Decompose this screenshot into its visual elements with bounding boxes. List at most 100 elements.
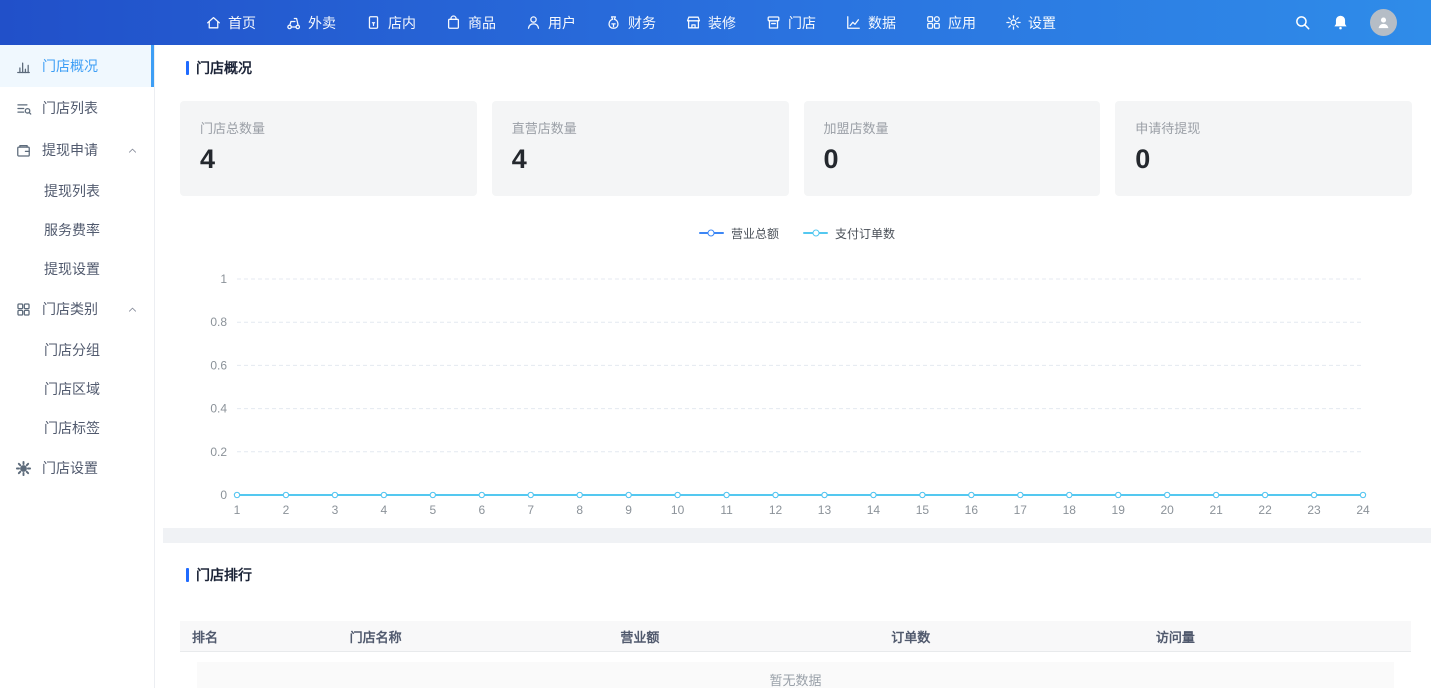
sidebar-item-store-overview[interactable]: 门店概况 <box>0 45 154 87</box>
user-icon <box>525 14 542 31</box>
svg-text:0.6: 0.6 <box>210 358 227 372</box>
sidebar-item-store-region[interactable]: 门店区域 <box>0 369 154 408</box>
nav-item-label: 应用 <box>948 13 976 33</box>
ranking-table: 排名 门店名称 营业额 订单数 访问量 暂无数据 <box>180 621 1411 688</box>
legend-item-revenue[interactable]: 营业总额 <box>699 225 779 242</box>
sidebar-item-store-category[interactable]: 门店类别 <box>0 288 154 330</box>
nav-item-takeout[interactable]: 外卖 <box>285 13 336 33</box>
stat-card-direct-stores: 直营店数量 4 <box>492 101 789 196</box>
svg-text:24: 24 <box>1356 503 1370 517</box>
sidebar-subitem-label: 门店分组 <box>44 340 100 360</box>
stat-card-value: 0 <box>824 144 1081 175</box>
sidebar-item-withdraw-request[interactable]: 提现申请 <box>0 129 154 171</box>
svg-text:23: 23 <box>1307 503 1321 517</box>
nav-item-label: 首页 <box>228 13 256 33</box>
nav-item-settings[interactable]: 设置 <box>1005 13 1056 33</box>
bell-icon[interactable] <box>1332 14 1349 31</box>
stat-card-value: 4 <box>512 144 769 175</box>
nav-item-home[interactable]: 首页 <box>205 13 256 33</box>
ranking-section-title: 门店排行 <box>186 565 1431 585</box>
svg-text:0.2: 0.2 <box>210 445 227 459</box>
stat-card-value: 0 <box>1135 144 1392 175</box>
store-overview-panel: 门店概况 门店总数量 4 直营店数量 4 加盟店数量 0 申请待提现 0 <box>163 45 1431 528</box>
revenue-orders-line-chart: 00.20.40.60.8112345678910111213141516171… <box>163 247 1431 522</box>
main-content: 门店概况 门店总数量 4 直营店数量 4 加盟店数量 0 申请待提现 0 <box>155 45 1431 688</box>
sidebar-item-store-settings[interactable]: 门店设置 <box>0 447 154 489</box>
svg-text:20: 20 <box>1160 503 1174 517</box>
legend-item-paid-orders[interactable]: 支付订单数 <box>803 225 895 242</box>
stat-card-franchise-stores: 加盟店数量 0 <box>804 101 1101 196</box>
sidebar-item-label: 门店概况 <box>42 56 98 76</box>
home-icon <box>205 14 222 31</box>
nav-item-label: 店内 <box>388 13 416 33</box>
nav-item-store[interactable]: 门店 <box>765 13 816 33</box>
svg-text:13: 13 <box>818 503 832 517</box>
svg-text:4: 4 <box>381 503 388 517</box>
sidebar-item-store-tag[interactable]: 门店标签 <box>0 408 154 447</box>
finance-icon <box>605 14 622 31</box>
sidebar-item-label: 提现申请 <box>42 140 98 160</box>
search-icon[interactable] <box>1294 14 1311 31</box>
svg-text:1: 1 <box>220 272 227 286</box>
nav-item-decorate[interactable]: 装修 <box>685 13 736 33</box>
sidebar-item-store-list[interactable]: 门店列表 <box>0 87 154 129</box>
line-chart-canvas: 00.20.40.60.8112345678910111213141516171… <box>163 247 1431 522</box>
sidebar-item-withdraw-list[interactable]: 提现列表 <box>0 171 154 210</box>
stat-cards: 门店总数量 4 直营店数量 4 加盟店数量 0 申请待提现 0 <box>180 101 1412 196</box>
svg-text:0: 0 <box>220 488 227 502</box>
empty-state: 暂无数据 <box>197 662 1394 688</box>
nav-item-label: 数据 <box>868 13 896 33</box>
store-ranking-panel: 门店排行 排名 门店名称 营业额 订单数 访问量 暂无数据 <box>163 543 1431 673</box>
svg-text:7: 7 <box>527 503 534 517</box>
sidebar-item-withdraw-settings[interactable]: 提现设置 <box>0 249 154 288</box>
svg-text:21: 21 <box>1209 503 1223 517</box>
svg-text:22: 22 <box>1258 503 1272 517</box>
nav-item-label: 外卖 <box>308 13 336 33</box>
empty-state-text: 暂无数据 <box>769 670 821 688</box>
nav-item-goods[interactable]: 商品 <box>445 13 496 33</box>
legend-label: 支付订单数 <box>835 225 895 242</box>
title-accent-bar <box>186 61 189 75</box>
nav-item-instore[interactable]: 店内 <box>365 13 416 33</box>
svg-text:17: 17 <box>1014 503 1028 517</box>
svg-text:0.4: 0.4 <box>210 402 227 416</box>
svg-text:16: 16 <box>965 503 979 517</box>
nav-item-finance[interactable]: 财务 <box>605 13 656 33</box>
svg-text:9: 9 <box>625 503 632 517</box>
sidebar-item-store-group[interactable]: 门店分组 <box>0 330 154 369</box>
svg-text:8: 8 <box>576 503 583 517</box>
nav-item-data[interactable]: 数据 <box>845 13 896 33</box>
svg-text:10: 10 <box>671 503 685 517</box>
svg-text:2: 2 <box>283 503 290 517</box>
nav-item-label: 设置 <box>1028 13 1056 33</box>
svg-text:14: 14 <box>867 503 881 517</box>
nav-item-label: 商品 <box>468 13 496 33</box>
grid-icon <box>15 301 32 318</box>
line-marker-icon <box>803 232 828 234</box>
top-nav-menu: 首页 外卖 店内 商品 用户 财务 <box>205 13 1056 33</box>
apps-icon <box>925 14 942 31</box>
decorate-icon <box>685 14 702 31</box>
nav-item-user[interactable]: 用户 <box>525 13 576 33</box>
overview-section-title: 门店概况 <box>186 58 1431 78</box>
column-header-revenue: 营业额 <box>608 627 879 646</box>
instore-icon <box>365 14 382 31</box>
svg-text:6: 6 <box>478 503 485 517</box>
svg-text:11: 11 <box>720 503 733 517</box>
sidebar-subitem-label: 提现列表 <box>44 181 100 201</box>
stat-card-total-stores: 门店总数量 4 <box>180 101 477 196</box>
nav-item-apps[interactable]: 应用 <box>925 13 976 33</box>
sidebar-subitem-label: 门店区域 <box>44 379 100 399</box>
nav-item-label: 装修 <box>708 13 736 33</box>
top-nav-actions <box>1294 0 1397 45</box>
stat-card-value: 4 <box>200 144 457 175</box>
nav-item-label: 用户 <box>548 13 576 33</box>
sidebar-item-service-rate[interactable]: 服务费率 <box>0 210 154 249</box>
stat-card-label: 门店总数量 <box>200 118 457 137</box>
avatar[interactable] <box>1370 9 1397 36</box>
top-nav: 首页 外卖 店内 商品 用户 财务 <box>0 0 1431 45</box>
avatar-person-icon <box>1376 15 1391 30</box>
svg-text:18: 18 <box>1063 503 1077 517</box>
column-header-rank: 排名 <box>180 627 338 646</box>
svg-text:12: 12 <box>769 503 783 517</box>
